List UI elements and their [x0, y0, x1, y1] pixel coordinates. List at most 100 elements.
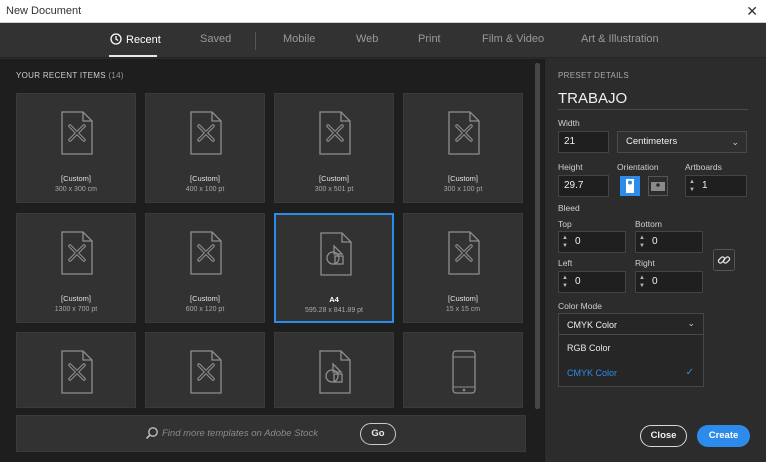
- recent-item-card[interactable]: [16, 332, 136, 408]
- recent-item-card[interactable]: A4 595.28 x 841.89 pt: [274, 213, 394, 323]
- recent-item-name: [Custom]: [447, 294, 478, 303]
- bleed-bottom-label: Bottom: [635, 219, 662, 229]
- recent-item-size: 15 x 15 cm: [445, 306, 481, 313]
- recent-items-count: (14): [108, 71, 124, 80]
- tab-divider: [255, 32, 256, 50]
- document-name-input[interactable]: TRABAJO: [558, 90, 627, 107]
- recent-item-card[interactable]: [Custom] 600 x 120 pt: [145, 213, 265, 323]
- bleed-top-label: Top: [558, 219, 572, 229]
- custom-doc-icon: [448, 231, 480, 275]
- color-mode-option-cmyk[interactable]: CMYK Color ✓: [559, 362, 703, 384]
- recent-item-name: [Custom]: [189, 294, 220, 303]
- create-button[interactable]: Create: [697, 425, 750, 447]
- recent-item-card[interactable]: [Custom] 400 x 100 pt: [145, 93, 265, 203]
- recent-item-size: 300 x 100 pt: [443, 186, 483, 193]
- landscape-orientation-button[interactable]: [648, 176, 668, 196]
- recent-item-card[interactable]: [145, 332, 265, 408]
- mobile-device-icon: [448, 350, 480, 394]
- tab-mobile[interactable]: Mobile: [283, 33, 315, 45]
- recent-item-name: [Custom]: [318, 174, 349, 183]
- recent-item-name: A4: [329, 295, 339, 304]
- recent-item-card[interactable]: [Custom] 300 x 100 pt: [403, 93, 523, 203]
- stepper-arrows-icon[interactable]: ▲ ▼: [562, 274, 568, 290]
- height-label: Height: [558, 162, 583, 172]
- portrait-orientation-button[interactable]: [620, 176, 640, 196]
- units-dropdown-value: Centimeters: [626, 136, 678, 147]
- tab-film-video[interactable]: Film & Video: [482, 33, 544, 45]
- bleed-left-label: Left: [558, 258, 573, 268]
- artboards-stepper[interactable]: ▲ ▼ 1: [685, 175, 747, 197]
- recent-item-size: 1300 x 700 pt: [54, 306, 98, 313]
- stepper-arrows-icon[interactable]: ▲ ▼: [562, 234, 568, 250]
- window-title: New Document: [6, 5, 82, 17]
- portrait-icon: [626, 179, 634, 193]
- print-doc-icon: [319, 350, 351, 394]
- custom-doc-icon: [190, 350, 222, 394]
- recent-item-card[interactable]: [Custom] 15 x 15 cm: [403, 213, 523, 323]
- color-mode-option-rgb-label: RGB Color: [567, 343, 611, 353]
- stepper-arrows-icon[interactable]: ▲ ▼: [689, 178, 695, 194]
- recent-item-card[interactable]: [Custom] 300 x 501 pt: [274, 93, 394, 203]
- recent-items-panel: YOUR RECENT ITEMS (14) [Custom] 300 x 300…: [0, 59, 544, 462]
- recent-item-card[interactable]: [Custom] 1300 x 700 pt: [16, 213, 136, 323]
- recent-items-title: YOUR RECENT ITEMS: [16, 71, 106, 80]
- bleed-left-value: 0: [575, 276, 581, 287]
- bleed-bottom-stepper[interactable]: ▲ ▼ 0: [635, 231, 703, 253]
- recent-item-card[interactable]: [403, 332, 523, 408]
- landscape-icon: [651, 182, 665, 191]
- scrollbar-thumb[interactable]: [535, 63, 540, 409]
- bleed-top-value: 0: [575, 236, 581, 247]
- bleed-right-value: 0: [652, 276, 658, 287]
- stock-search-input[interactable]: Find more templates on Adobe Stock: [162, 428, 318, 439]
- category-tabs: Recent Saved Mobile Web Print Film & Vid…: [0, 23, 766, 58]
- recent-items-heading: YOUR RECENT ITEMS (14): [16, 71, 124, 80]
- custom-doc-icon: [61, 350, 93, 394]
- units-dropdown[interactable]: Centimeters ⌄: [617, 131, 747, 153]
- window-close-icon[interactable]: ✕: [746, 3, 758, 19]
- print-doc-icon: [320, 232, 352, 276]
- recent-item-name: [Custom]: [60, 174, 91, 183]
- link-icon: [717, 256, 731, 264]
- tab-art-illustration[interactable]: Art & Illustration: [581, 33, 659, 45]
- bleed-top-stepper[interactable]: ▲ ▼ 0: [558, 231, 626, 253]
- width-input[interactable]: 21: [558, 131, 609, 153]
- bleed-left-stepper[interactable]: ▲ ▼ 0: [558, 271, 626, 293]
- recent-item-size: 300 x 501 pt: [314, 186, 354, 193]
- stock-search-bar: Find more templates on Adobe Stock Go: [16, 415, 526, 452]
- stepper-arrows-icon[interactable]: ▲ ▼: [639, 234, 645, 250]
- color-mode-option-rgb[interactable]: RGB Color: [559, 337, 703, 359]
- search-icon: [145, 427, 158, 440]
- color-mode-selected[interactable]: CMYK Color ⌄: [559, 314, 703, 335]
- bleed-right-stepper[interactable]: ▲ ▼ 0: [635, 271, 703, 293]
- recent-item-size: 595.28 x 841.89 pt: [305, 307, 363, 314]
- tab-recent[interactable]: Recent: [110, 33, 161, 46]
- tab-recent-label: Recent: [126, 34, 161, 46]
- bleed-label: Bleed: [558, 203, 580, 213]
- recent-item-card[interactable]: [Custom] 300 x 300 cm: [16, 93, 136, 203]
- clock-icon: [110, 33, 122, 45]
- preset-details-panel: PRESET DETAILS TRABAJO Width 21 Centimet…: [544, 59, 766, 462]
- stepper-arrows-icon[interactable]: ▲ ▼: [639, 274, 645, 290]
- chevron-down-icon: ⌄: [731, 137, 739, 147]
- close-button[interactable]: Close: [640, 425, 687, 447]
- tab-web[interactable]: Web: [356, 33, 378, 45]
- recent-item-card[interactable]: [274, 332, 394, 408]
- color-mode-label: Color Mode: [558, 301, 602, 311]
- link-bleed-button[interactable]: [713, 249, 735, 271]
- active-tab-indicator: [109, 55, 157, 57]
- recent-item-name: [Custom]: [447, 174, 478, 183]
- bleed-bottom-value: 0: [652, 236, 658, 247]
- custom-doc-icon: [61, 111, 93, 155]
- tab-print[interactable]: Print: [418, 33, 441, 45]
- custom-doc-icon: [190, 231, 222, 275]
- color-mode-dropdown[interactable]: CMYK Color ⌄ RGB Color CMYK Color ✓: [558, 313, 704, 387]
- custom-doc-icon: [190, 111, 222, 155]
- preset-details-title: PRESET DETAILS: [558, 71, 630, 80]
- go-button[interactable]: Go: [360, 423, 396, 445]
- checkmark-icon: ✓: [685, 367, 694, 378]
- recent-item-name: [Custom]: [60, 294, 91, 303]
- chevron-down-icon: ⌄: [687, 318, 695, 328]
- artboards-label: Artboards: [685, 162, 722, 172]
- tab-saved[interactable]: Saved: [200, 33, 231, 45]
- height-input[interactable]: 29.7: [558, 175, 609, 197]
